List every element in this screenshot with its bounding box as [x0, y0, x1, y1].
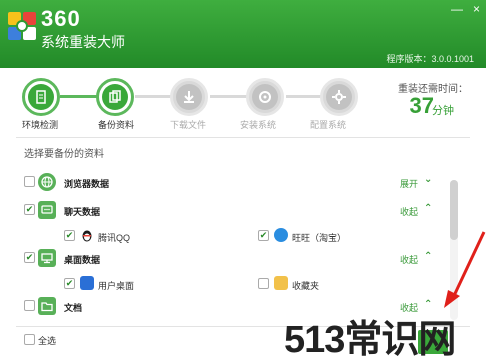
step-connector — [286, 95, 324, 98]
category-name: 浏览器数据 — [64, 179, 110, 189]
collapse-toggle[interactable]: 收起 — [400, 205, 418, 218]
item-name: 旺旺（淘宝） — [292, 233, 347, 243]
install-icon — [252, 84, 278, 110]
remaining-time-unit: 分钟 — [432, 105, 454, 117]
category-checkbox[interactable] — [24, 300, 35, 311]
qq-penguin-icon — [80, 228, 94, 242]
category-name: 文档 — [64, 303, 83, 313]
step-label: 环境检测 — [22, 120, 59, 130]
download-icon — [176, 84, 202, 110]
category-name: 聊天数据 — [64, 207, 101, 217]
chat-icon — [38, 201, 56, 219]
step-connector — [135, 95, 173, 98]
gear-icon — [326, 84, 352, 110]
item-name: 用户桌面 — [98, 281, 135, 291]
step-connector — [210, 95, 250, 98]
category-row-browser: 浏览器数据 展开 ⌄ — [0, 168, 450, 196]
chevron-down-icon[interactable]: ⌄ — [424, 174, 432, 185]
app-header: 360 系统重装大师 — × 程序版本：3.0.0.1001 — [0, 0, 486, 68]
item-checkbox[interactable] — [258, 278, 269, 289]
section-title: 选择要备份的资料 — [24, 149, 104, 160]
item-checkbox[interactable]: ✔ — [258, 230, 269, 241]
chevron-up-icon[interactable]: ⌃ — [424, 251, 432, 262]
step-download — [170, 78, 208, 116]
close-button[interactable]: × — [473, 2, 480, 16]
select-all-label: 全选 — [38, 336, 57, 346]
category-checkbox[interactable] — [24, 176, 35, 187]
step-backup — [96, 78, 134, 116]
document-icon — [28, 84, 54, 110]
app-logo-number: 360 — [41, 6, 81, 31]
desktop-icon — [80, 276, 94, 290]
category-name: 桌面数据 — [64, 255, 101, 265]
select-all-checkbox[interactable] — [24, 334, 35, 345]
item-name: 收藏夹 — [292, 281, 320, 291]
app-title: 系统重装大师 — [41, 34, 125, 50]
folder-star-icon — [274, 276, 288, 290]
step-label: 备份资料 — [98, 120, 135, 130]
wangwang-icon — [274, 228, 288, 242]
step-connector — [60, 95, 98, 98]
step-install — [246, 78, 284, 116]
app-logo-icon — [8, 12, 36, 40]
category-checkbox[interactable]: ✔ — [24, 204, 35, 215]
collapse-toggle[interactable]: 收起 — [400, 253, 418, 266]
globe-icon — [38, 173, 56, 191]
category-checkbox[interactable]: ✔ — [24, 252, 35, 263]
expand-toggle[interactable]: 展开 — [400, 177, 418, 190]
step-label: 配置系统 — [310, 120, 347, 130]
step-env-check — [22, 78, 60, 116]
backup-icon — [102, 84, 128, 110]
item-checkbox[interactable]: ✔ — [64, 278, 75, 289]
monitor-icon — [38, 249, 56, 267]
version-label: 程序版本：3.0.0.1001 — [386, 54, 474, 64]
category-row-desktop: ✔ 桌面数据 收起 ⌃ — [0, 244, 450, 272]
step-label: 下载文件 — [170, 120, 207, 130]
step-label: 安装系统 — [240, 120, 277, 130]
step-configure — [320, 78, 358, 116]
remaining-time-value: 37 — [409, 93, 434, 118]
category-row-chat: ✔ 聊天数据 收起 ⌃ — [0, 196, 450, 224]
window-controls: — × — [451, 2, 480, 16]
divider — [16, 137, 470, 138]
red-arrow-annotation — [444, 231, 486, 308]
item-checkbox[interactable]: ✔ — [64, 230, 75, 241]
item-name: 腾讯QQ — [98, 233, 131, 243]
minimize-button[interactable]: — — [451, 2, 463, 16]
folder-icon — [38, 297, 56, 315]
chevron-up-icon[interactable]: ⌃ — [424, 203, 432, 214]
watermark-text: 513常识网 — [284, 319, 456, 360]
